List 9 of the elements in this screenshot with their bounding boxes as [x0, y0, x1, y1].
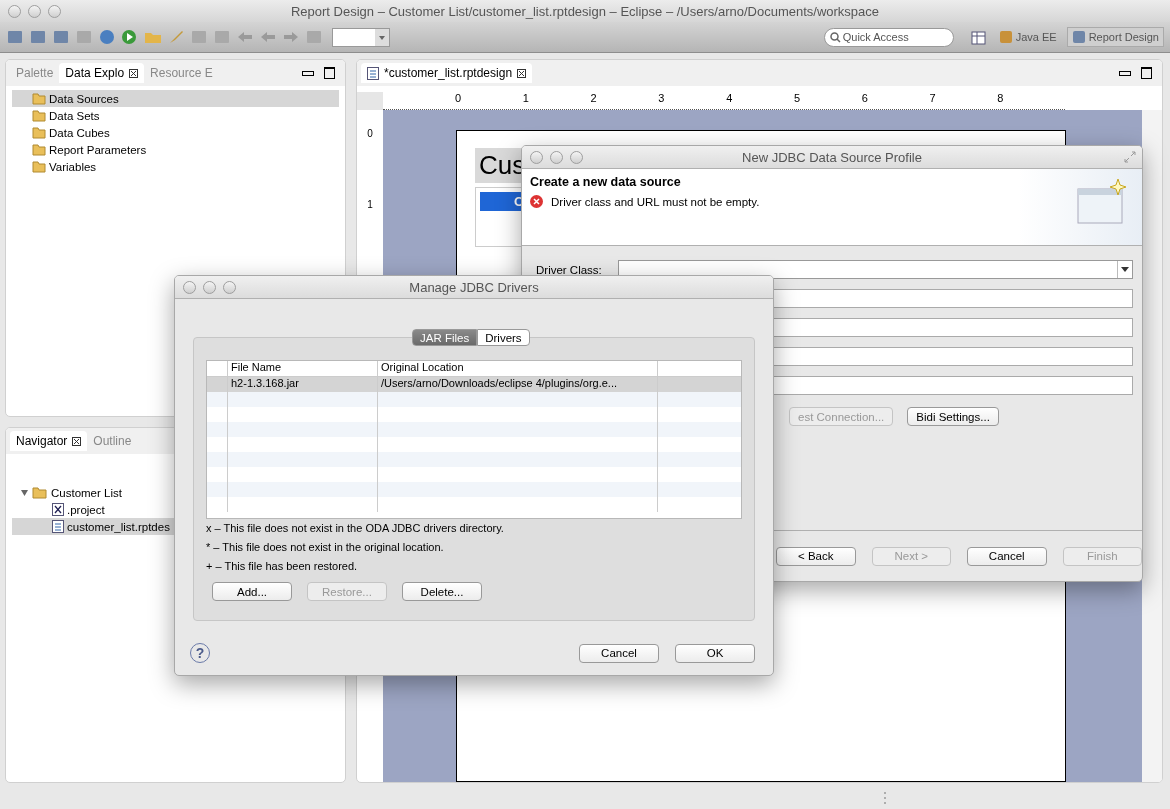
field-label: Driver Class:	[536, 263, 602, 276]
legend-text: x – This file does not exist in the ODA JDBC drivers directory.	[206, 521, 505, 536]
dialog-title: New JDBC Data Source Profile	[742, 149, 922, 165]
dialog-title: Manage JDBC Drivers	[409, 279, 539, 295]
horizontal-ruler: 0 1 2 3 4 5 6 7 8	[383, 92, 1065, 110]
legend-text: + – This file has been restored.	[206, 559, 359, 574]
window-title: Report Design – Customer List/customer_list.rptdesign – Eclipse – /Users/arno/Documents/workspace	[290, 3, 880, 19]
legend-text: * – This file does not exist in the original location.	[206, 540, 445, 555]
vertical-ruler: 0 1	[366, 127, 374, 212]
